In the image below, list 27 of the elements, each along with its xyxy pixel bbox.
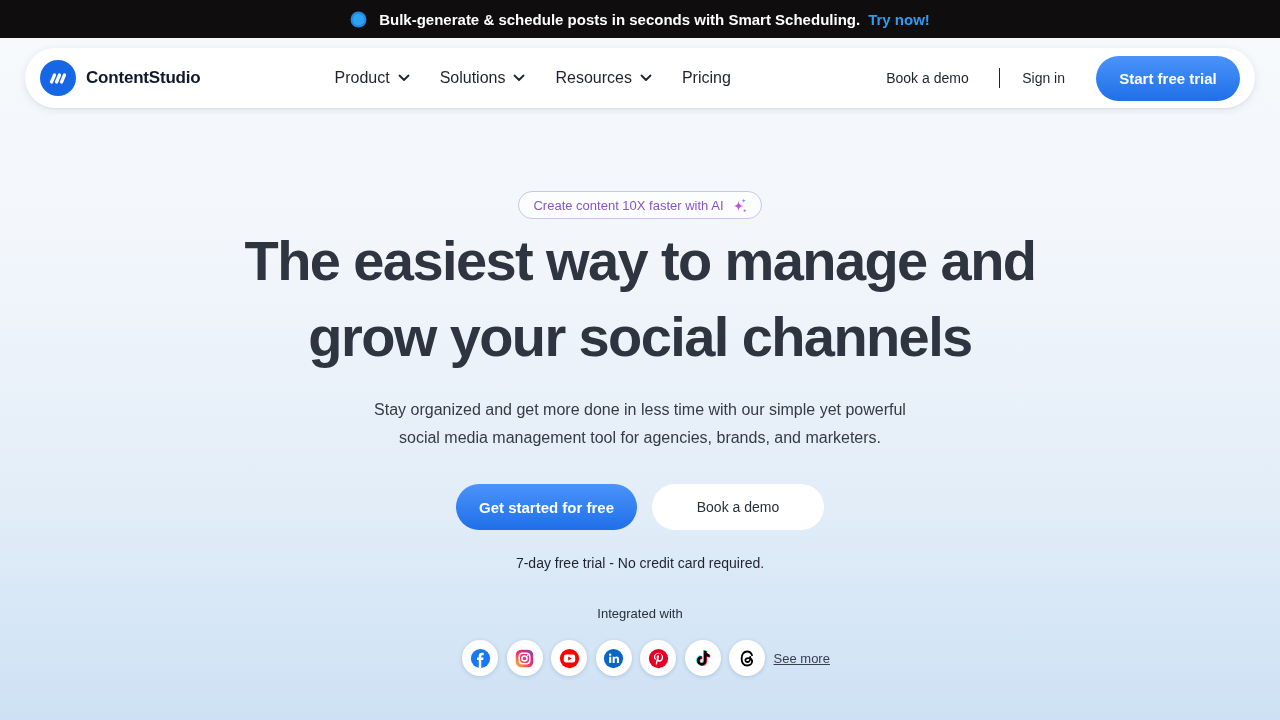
sign-in-link[interactable]: Sign in bbox=[1022, 70, 1065, 86]
instagram-icon bbox=[506, 640, 543, 676]
logo-icon[interactable] bbox=[40, 60, 76, 96]
youtube-icon bbox=[551, 640, 588, 676]
dot-icon bbox=[350, 10, 368, 28]
linkedin-icon bbox=[595, 640, 632, 676]
hero-subtitle: Stay organized and get more done in less time with our simple yet powerful social media management tool for agencies, brands, and marketers. bbox=[373, 400, 907, 448]
announcement-text: Bulk-generate & schedule posts in seconds with Smart Scheduling. bbox=[379, 10, 861, 28]
start-free-trial-button[interactable]: Start free trial bbox=[1096, 55, 1240, 101]
brand-name[interactable]: ContentStudio bbox=[86, 68, 201, 88]
facebook-icon bbox=[462, 640, 499, 676]
try-now-link[interactable]: Try now! bbox=[868, 10, 930, 28]
trial-note: 7-day free trial - No credit card required. bbox=[515, 554, 765, 573]
integrations-label: Integrated with bbox=[597, 605, 683, 623]
hero-title: The easiest way to manage and grow your social channels bbox=[243, 228, 1037, 370]
nav-menu-item[interactable]: Resources bbox=[555, 69, 652, 87]
nav-menu-item[interactable]: Solutions bbox=[439, 69, 526, 87]
pinterest-icon bbox=[640, 640, 677, 676]
nav-menu-item[interactable]: Pricing bbox=[681, 69, 731, 87]
book-demo-button[interactable]: Book a demo bbox=[652, 484, 824, 530]
see-more-link[interactable]: See more bbox=[773, 650, 830, 666]
book-demo-link[interactable]: Book a demo bbox=[886, 70, 969, 86]
tiktok-icon bbox=[684, 640, 721, 676]
get-started-button[interactable]: Get started for free bbox=[456, 484, 637, 530]
ai-badge: Create content 10X faster with AI bbox=[518, 191, 762, 219]
nav-menu-item[interactable]: Product bbox=[334, 69, 410, 87]
threads-icon bbox=[729, 640, 766, 676]
